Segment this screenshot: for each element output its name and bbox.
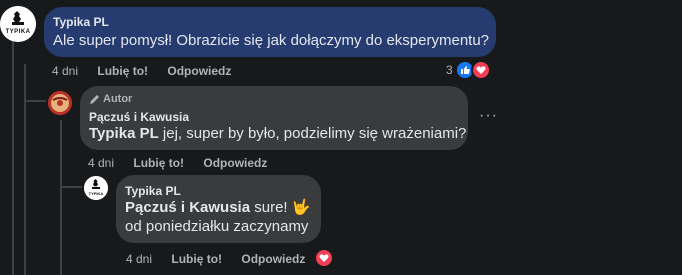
thread-line bbox=[60, 120, 62, 275]
mention-link[interactable]: Typika PL bbox=[89, 125, 159, 142]
comment-author[interactable]: Typika PL bbox=[125, 184, 181, 198]
pen-icon bbox=[90, 94, 99, 104]
reply-button[interactable]: Odpowiedz bbox=[203, 156, 267, 170]
comment-bubble: Typika PL Pączuś i Kawusia sure! 🤟 od po… bbox=[116, 175, 321, 243]
comment-time[interactable]: 4 dni bbox=[126, 252, 152, 266]
comment-body: jej, super by było, podzielimy się wraże… bbox=[158, 125, 467, 142]
reaction-count: 3 bbox=[446, 63, 453, 77]
avatar[interactable] bbox=[48, 91, 72, 115]
author-badge-label: Autor bbox=[103, 93, 133, 105]
comment-time[interactable]: 4 dni bbox=[52, 64, 78, 78]
typika-logo-icon bbox=[0, 6, 36, 42]
more-options-icon[interactable]: ··· bbox=[479, 107, 498, 125]
reply-button[interactable]: Odpowiedz bbox=[167, 64, 231, 78]
avatar[interactable]: TYPIKA bbox=[84, 176, 108, 200]
comment-bubble: Autor Pączuś i Kawusia Typika PL jej, su… bbox=[80, 86, 468, 150]
reaction-summary[interactable] bbox=[314, 248, 334, 268]
love-icon bbox=[470, 60, 491, 80]
comment-text: Typika PL jej, super by było, podzielimy… bbox=[89, 124, 466, 144]
comment-actions: 4 dni Lubię to! Odpowiedz bbox=[88, 156, 283, 170]
author-badge: Autor bbox=[89, 93, 132, 105]
thread-connector bbox=[24, 100, 46, 102]
thread-line bbox=[12, 36, 14, 275]
comment-actions: 4 dni Lubię to! Odpowiedz bbox=[52, 64, 247, 78]
comment-author[interactable]: Pączuś i Kawusia bbox=[89, 110, 189, 124]
avatar[interactable]: TYPIKA bbox=[0, 6, 36, 42]
typika-logo-icon bbox=[84, 176, 108, 200]
like-button[interactable]: Lubię to! bbox=[171, 252, 222, 266]
thread-line bbox=[24, 64, 26, 275]
mention-link[interactable]: Pączuś i Kawusia bbox=[125, 199, 250, 216]
like-button[interactable]: Lubię to! bbox=[97, 64, 148, 78]
comment-text: Pączuś i Kawusia sure! 🤟 bbox=[125, 198, 310, 218]
reaction-summary[interactable]: 3 bbox=[446, 60, 491, 80]
love-icon bbox=[314, 248, 334, 268]
comment-text-line: od poniedziałku zaczynamy bbox=[125, 218, 309, 235]
comment-text: Ale super pomysł! Obrazicie się jak dołą… bbox=[53, 32, 490, 49]
like-button[interactable]: Lubię to! bbox=[133, 156, 184, 170]
comment-actions: 4 dni Lubię to! Odpowiedz bbox=[126, 252, 321, 266]
comment-time[interactable]: 4 dni bbox=[88, 156, 114, 170]
comment-author[interactable]: Typika PL bbox=[53, 15, 109, 29]
paczus-logo-icon bbox=[48, 91, 72, 115]
avatar-logo-text: TYPIKA bbox=[88, 191, 104, 196]
avatar-logo-text: TYPIKA bbox=[5, 29, 31, 35]
comment-bubble: Typika PL Ale super pomysł! Obrazicie si… bbox=[44, 7, 496, 57]
comment-body: sure! 🤟 bbox=[250, 199, 311, 216]
reply-button[interactable]: Odpowiedz bbox=[241, 252, 305, 266]
thread-connector bbox=[60, 186, 82, 188]
